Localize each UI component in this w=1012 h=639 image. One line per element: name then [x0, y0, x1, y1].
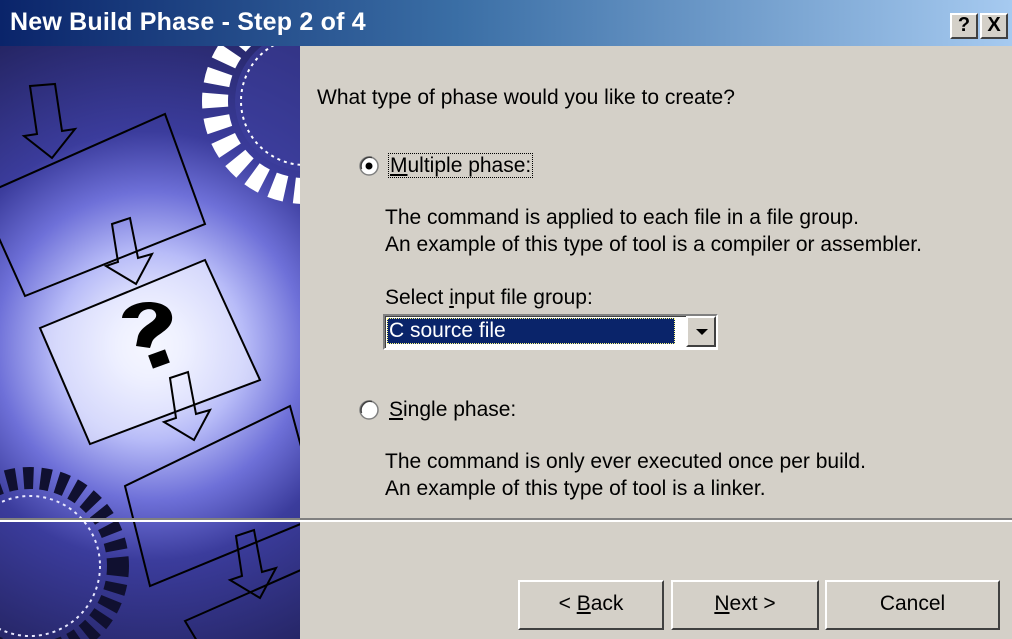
single-phase-label-text: ingle phase: [403, 398, 517, 421]
build-phase-wizard-window: New Build Phase - Step 2 of 4 ? X What t… [0, 0, 1012, 639]
window-title: New Build Phase - Step 2 of 4 [10, 8, 366, 36]
help-icon: ? [957, 14, 971, 36]
dropdown-button[interactable] [686, 316, 716, 347]
wizard-content: What type of phase would you like to cre… [300, 46, 1012, 639]
back-button[interactable]: < Back [518, 580, 664, 630]
button-separator [0, 518, 1012, 522]
back-label-post: ack [590, 592, 624, 615]
multiple-phase-description-2: An example of this type of tool is a com… [385, 233, 922, 256]
next-label-post: ext > [729, 592, 776, 615]
next-button[interactable]: Next > [671, 580, 819, 630]
input-file-group-value[interactable]: C source file [387, 318, 675, 344]
flowchart-illustration [0, 46, 300, 639]
dropdown-arrow-icon [696, 329, 708, 335]
radio-selected-icon[interactable] [359, 156, 379, 176]
wizard-illustration [0, 46, 300, 639]
title-bar[interactable]: New Build Phase - Step 2 of 4 ? X [0, 0, 1012, 46]
input-group-label-pre: Select [385, 286, 450, 309]
input-file-group-select[interactable]: C source file [383, 314, 718, 350]
cancel-button[interactable]: Cancel [825, 580, 1000, 630]
radio-unselected-icon[interactable] [359, 400, 379, 420]
multiple-phase-label-text: ultiple phase: [407, 154, 532, 177]
single-phase-radio-label[interactable]: Single phase: [389, 398, 516, 422]
close-icon: X [987, 14, 1001, 36]
close-button[interactable]: X [980, 13, 1008, 39]
input-group-label-post: nput file group: [453, 286, 593, 309]
multiple-phase-description-1: The command is applied to each file in a… [385, 206, 859, 229]
next-access-key: N [714, 592, 730, 615]
help-button[interactable]: ? [950, 13, 978, 39]
gear-icon [202, 46, 300, 204]
single-phase-access-key: S [389, 398, 404, 421]
multiple-phase-radio-label[interactable]: Multiple phase: [387, 153, 534, 178]
gear-icon [0, 467, 129, 639]
multiple-phase-access-key: M [390, 154, 408, 177]
single-phase-description-2: An example of this type of tool is a lin… [385, 477, 766, 500]
phase-type-prompt: What type of phase would you like to cre… [317, 86, 735, 109]
single-phase-description-1: The command is only ever executed once p… [385, 450, 866, 473]
back-label-pre: < [558, 592, 577, 615]
back-access-key: B [576, 592, 591, 615]
input-file-group-label: Select input file group: [385, 286, 593, 310]
